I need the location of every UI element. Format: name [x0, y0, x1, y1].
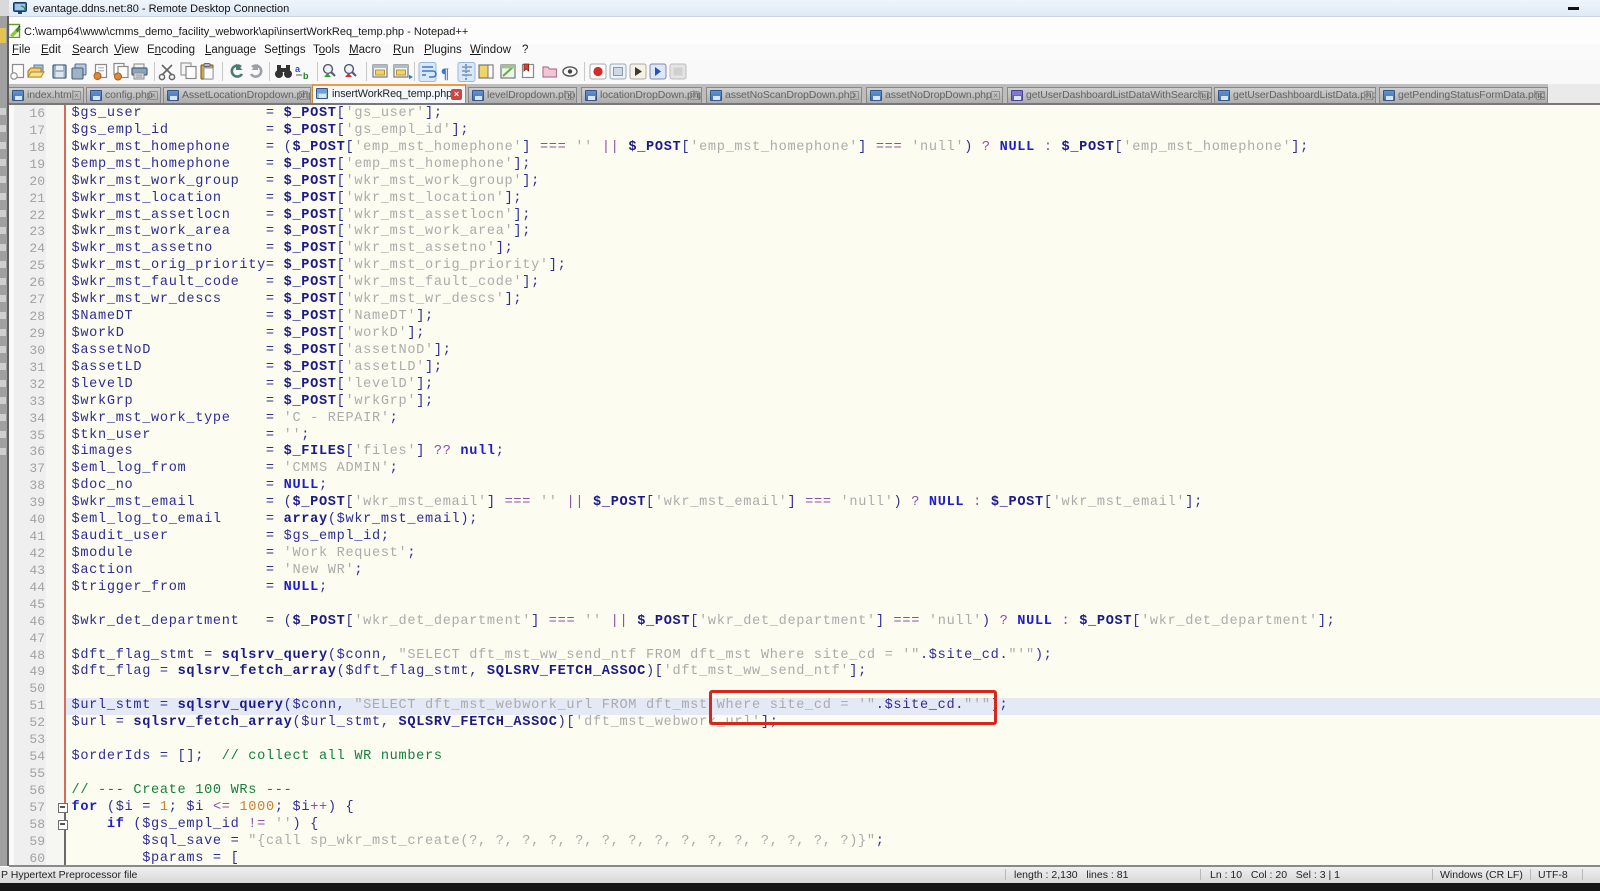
- svg-text:¶: ¶: [441, 66, 449, 82]
- svg-text:a: a: [295, 64, 301, 74]
- svg-text:b: b: [303, 71, 309, 81]
